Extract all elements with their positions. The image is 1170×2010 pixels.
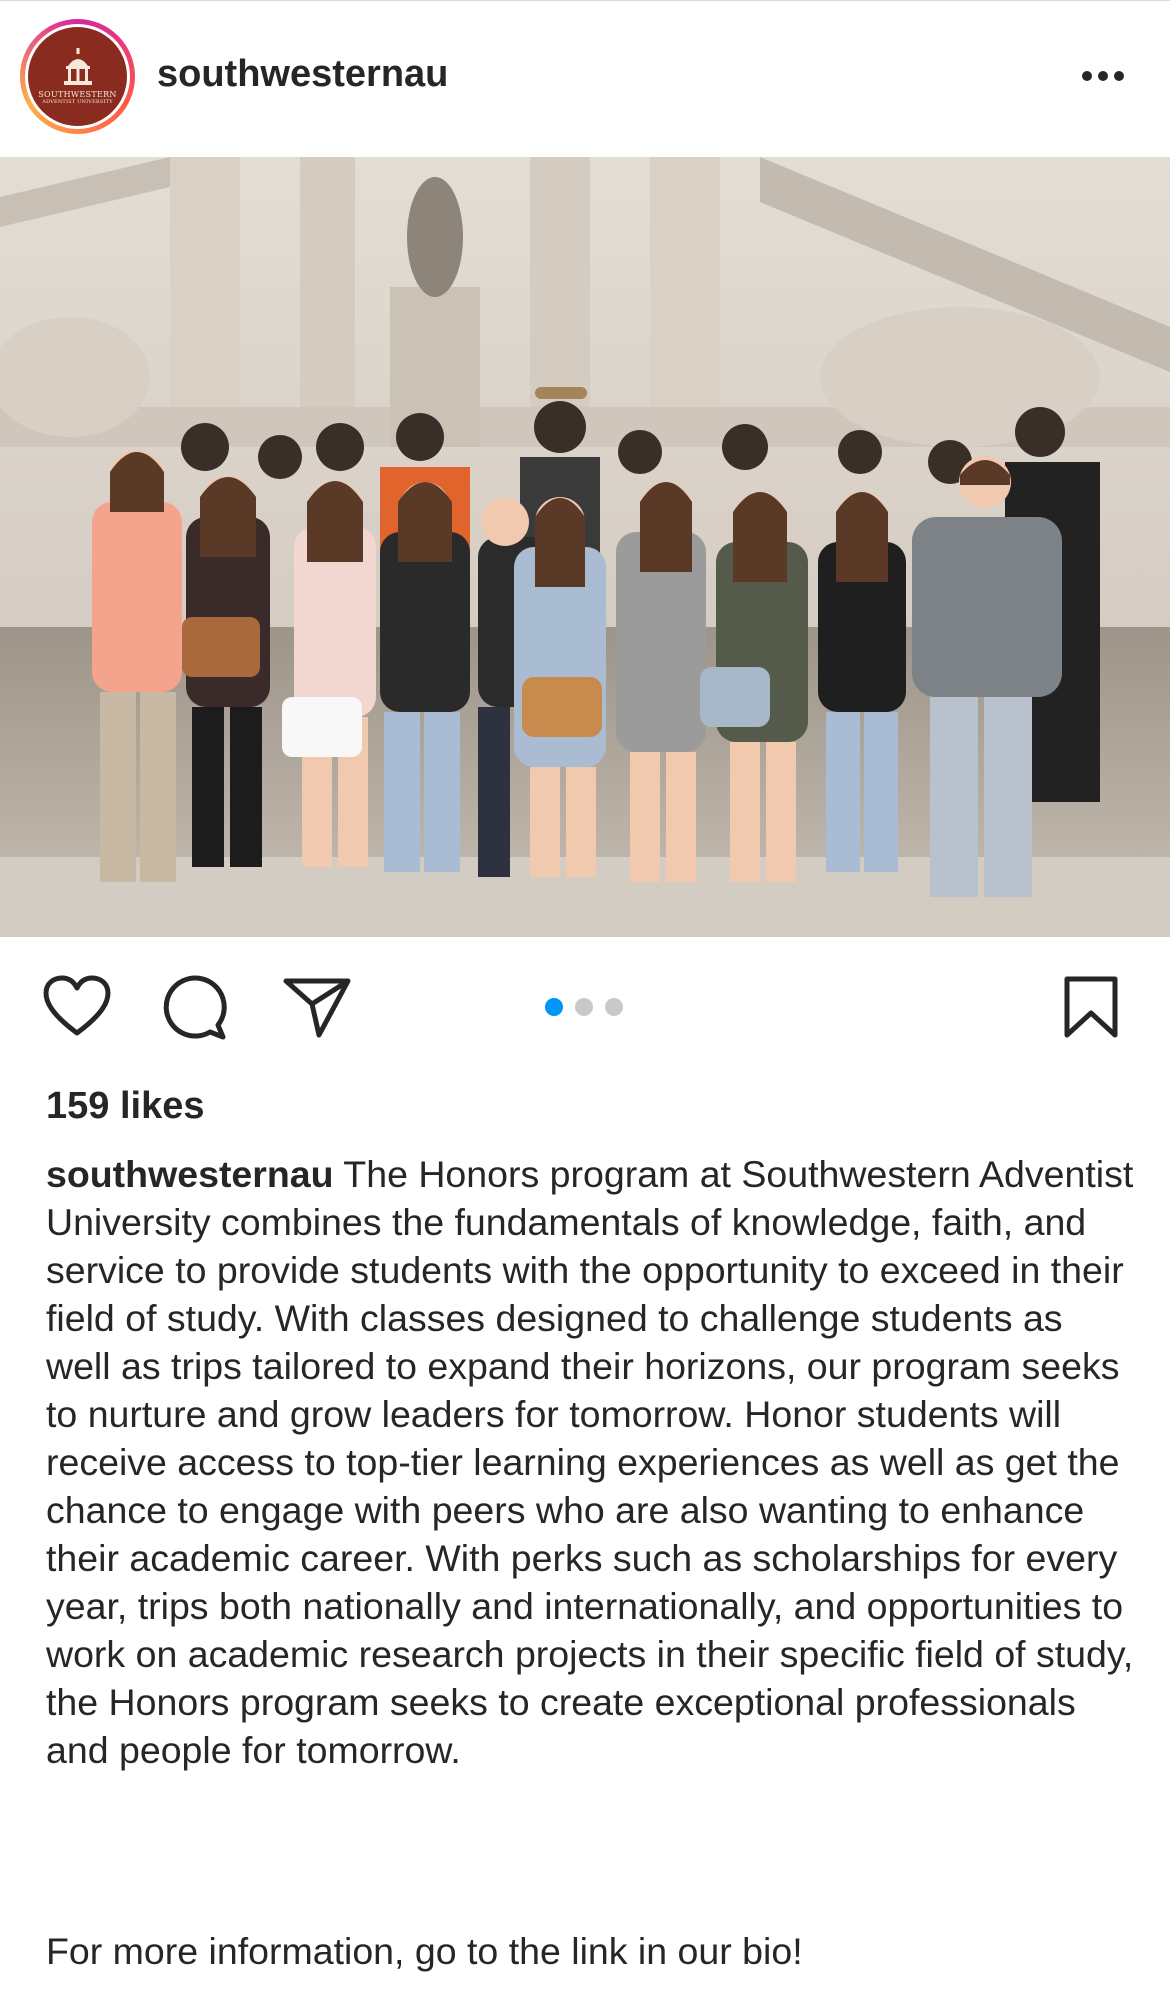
post-photo[interactable] [0, 157, 1170, 937]
send-icon[interactable] [282, 977, 352, 1039]
bookmark-icon[interactable] [1062, 975, 1120, 1041]
logo-subtext: ADVENTIST UNIVERSITY [42, 99, 113, 105]
logo-text: SOUTHWESTERN [38, 90, 117, 99]
university-logo: SOUTHWESTERN ADVENTIST UNIVERSITY [28, 27, 127, 126]
carousel-dot [575, 998, 593, 1016]
heart-icon[interactable] [42, 975, 112, 1039]
caption-cta: For more information, go to the link in … [46, 1930, 803, 1972]
carousel-dot [605, 998, 623, 1016]
post-header: SOUTHWESTERN ADVENTIST UNIVERSITY southw… [0, 0, 1170, 156]
comment-icon[interactable] [162, 975, 228, 1041]
group-photo [0, 157, 1170, 937]
more-horizontal-icon[interactable] [1080, 61, 1126, 91]
likes-count[interactable]: 159 likes [46, 1085, 204, 1128]
avatar[interactable]: SOUTHWESTERN ADVENTIST UNIVERSITY [20, 19, 135, 134]
carousel-indicator [545, 998, 623, 1016]
carousel-dot-active [545, 998, 563, 1016]
avatar-border: SOUTHWESTERN ADVENTIST UNIVERSITY [25, 24, 130, 129]
post-caption: southwesternau The Honors program at Sou… [46, 1150, 1136, 1774]
post-username[interactable]: southwesternau [157, 53, 448, 96]
building-dome-icon [63, 48, 92, 85]
caption-username[interactable]: southwesternau [46, 1153, 334, 1195]
caption-text: The Honors program at Southwestern Adven… [46, 1153, 1134, 1771]
